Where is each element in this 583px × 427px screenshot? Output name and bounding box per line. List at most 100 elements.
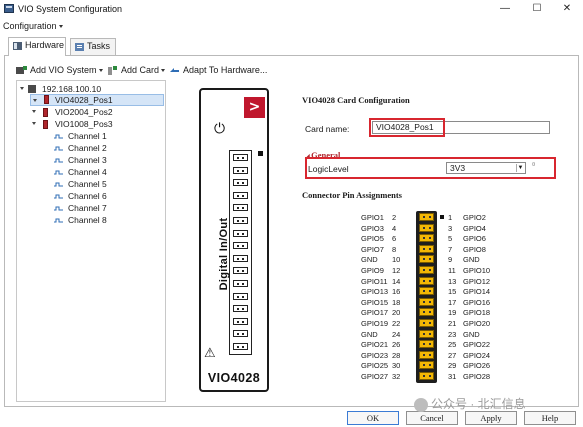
pin-left-number: 4 <box>392 223 397 233</box>
expand-icon[interactable] <box>32 110 36 113</box>
pin-left-number: 16 <box>392 287 401 297</box>
pin-left-number: 26 <box>392 340 401 350</box>
channel-icon <box>54 182 63 187</box>
add-card-label: Add Card <box>121 65 160 75</box>
tab-tasks[interactable]: Tasks <box>70 38 116 55</box>
pin-right-number: 7 <box>448 244 453 254</box>
pin-right-name: GPIO8 <box>463 244 486 254</box>
add-vio-system-label: Add VIO System <box>30 65 97 75</box>
warning-icon: ⚠ <box>204 346 216 361</box>
connector-outline <box>229 150 252 355</box>
expand-icon[interactable] <box>33 99 37 102</box>
header-pin <box>419 340 434 349</box>
tree-item-card-3[interactable]: VIO1008_Pos3 <box>30 118 164 130</box>
tree-item-channel[interactable]: Channel 6 <box>54 190 154 202</box>
expand-icon[interactable] <box>20 87 24 90</box>
channel-icon <box>54 158 63 163</box>
tree-item-channel[interactable]: Channel 7 <box>54 202 154 214</box>
header-pin <box>419 329 434 338</box>
pin-left-number: 10 <box>392 255 401 265</box>
tree-item-channel[interactable]: Channel 4 <box>54 166 154 178</box>
pin-left-number: 22 <box>392 319 401 328</box>
header-pin <box>419 255 434 264</box>
close-button[interactable]: ✕ <box>552 1 582 17</box>
card-connector-pin <box>233 292 248 300</box>
tab-tasks-label: Tasks <box>87 41 111 51</box>
add-vio-system-button[interactable]: Add VIO System <box>16 65 103 75</box>
tree-item-channel-label: Channel 6 <box>68 191 107 201</box>
tree-item-channel[interactable]: Channel 5 <box>54 178 154 190</box>
card-connector-pin <box>233 204 248 212</box>
tree-item-channel[interactable]: Channel 3 <box>54 154 154 166</box>
card-icon <box>44 95 49 104</box>
pin-right-number: 5 <box>448 234 453 244</box>
channel-icon <box>54 134 63 139</box>
tree-item-channel-label: Channel 8 <box>68 215 107 225</box>
header-pin <box>419 234 434 243</box>
card-name-label: Card name: <box>305 124 350 134</box>
pin-right-name: GPIO10 <box>463 266 491 275</box>
pin-right-name: GPIO26 <box>463 361 491 371</box>
pin-right-name: GPIO18 <box>463 308 491 318</box>
menu-configuration-label: Configuration <box>3 21 57 31</box>
pin-right-name: GPIO16 <box>463 297 491 307</box>
tree-item-card-1[interactable]: VIO4028_Pos1 <box>30 94 164 106</box>
card-function-label: Digital In/Out <box>218 217 230 291</box>
help-button[interactable]: Help <box>524 411 576 425</box>
card-connector-pin <box>233 229 248 237</box>
header-pin <box>419 223 434 232</box>
pin-left-name: GPIO15 <box>361 297 389 307</box>
add-system-icon <box>16 66 27 74</box>
pin-left-name: GND <box>361 255 378 265</box>
pin-right-number: 25 <box>448 340 457 350</box>
card-connector-pin <box>233 217 248 224</box>
minimize-button[interactable]: — <box>490 1 520 17</box>
tree-item-channel[interactable]: Channel 8 <box>54 214 154 226</box>
tree-item-channel-label: Channel 7 <box>68 203 107 213</box>
card-model-label: VIO4028 <box>207 371 261 385</box>
pin-right-number: 17 <box>448 297 457 307</box>
card-connector-pin <box>233 305 248 313</box>
tab-hardware[interactable]: Hardware <box>8 37 66 56</box>
pin-left-name: GPIO5 <box>361 234 384 244</box>
pin-left-number: 8 <box>392 244 397 254</box>
maximize-button[interactable]: ☐ <box>522 1 552 17</box>
add-card-icon <box>108 66 117 75</box>
pin-right-number: 19 <box>448 308 457 318</box>
menu-configuration[interactable]: Configuration <box>3 21 63 31</box>
card-icon <box>43 120 48 129</box>
vio-system-icon <box>28 85 36 93</box>
header-pin <box>419 350 434 359</box>
card-graphic: > ⏻ Digital In/Out ⚠ VIO4028 <box>199 88 269 392</box>
pin-left-name: GND <box>361 329 378 339</box>
add-card-button[interactable]: Add Card <box>107 65 166 75</box>
header-pin <box>419 287 434 296</box>
ok-button[interactable]: OK <box>347 411 399 425</box>
brand-logo-icon: > <box>244 97 265 118</box>
apply-button[interactable]: Apply <box>465 411 517 425</box>
expand-icon[interactable] <box>32 122 36 125</box>
card-connector-pin <box>233 267 248 275</box>
pin-right-name: GPIO24 <box>463 350 491 360</box>
adapt-icon <box>170 68 179 72</box>
chevron-down-icon <box>98 69 103 73</box>
pin-header <box>416 211 437 383</box>
header-pin <box>419 276 434 285</box>
card-config-title: VIO4028 Card Configuration <box>302 95 410 105</box>
cancel-button[interactable]: Cancel <box>406 411 458 425</box>
tree-item-channel[interactable]: Channel 1 <box>54 130 154 142</box>
pin-right-number: 27 <box>448 350 457 360</box>
pin-right-name: GPIO2 <box>463 213 486 222</box>
card-connector-pin <box>233 343 248 350</box>
pin-right-name: GPIO12 <box>463 276 491 286</box>
tree-item-channel[interactable]: Channel 2 <box>54 142 154 154</box>
adapt-to-hardware-button[interactable]: Adapt To Hardware... <box>169 65 267 75</box>
card-connector-pin <box>233 242 248 250</box>
chevron-down-icon <box>161 69 166 73</box>
pin-left-name: GPIO19 <box>361 319 389 328</box>
pin-left-number: 20 <box>392 308 401 318</box>
watermark: 公众号 · 北汇信息 <box>414 395 526 412</box>
card-name-highlight <box>369 118 445 137</box>
tree-item-channel-label: Channel 5 <box>68 179 107 189</box>
tree-item-card-2[interactable]: VIO2004_Pos2 <box>30 106 164 118</box>
